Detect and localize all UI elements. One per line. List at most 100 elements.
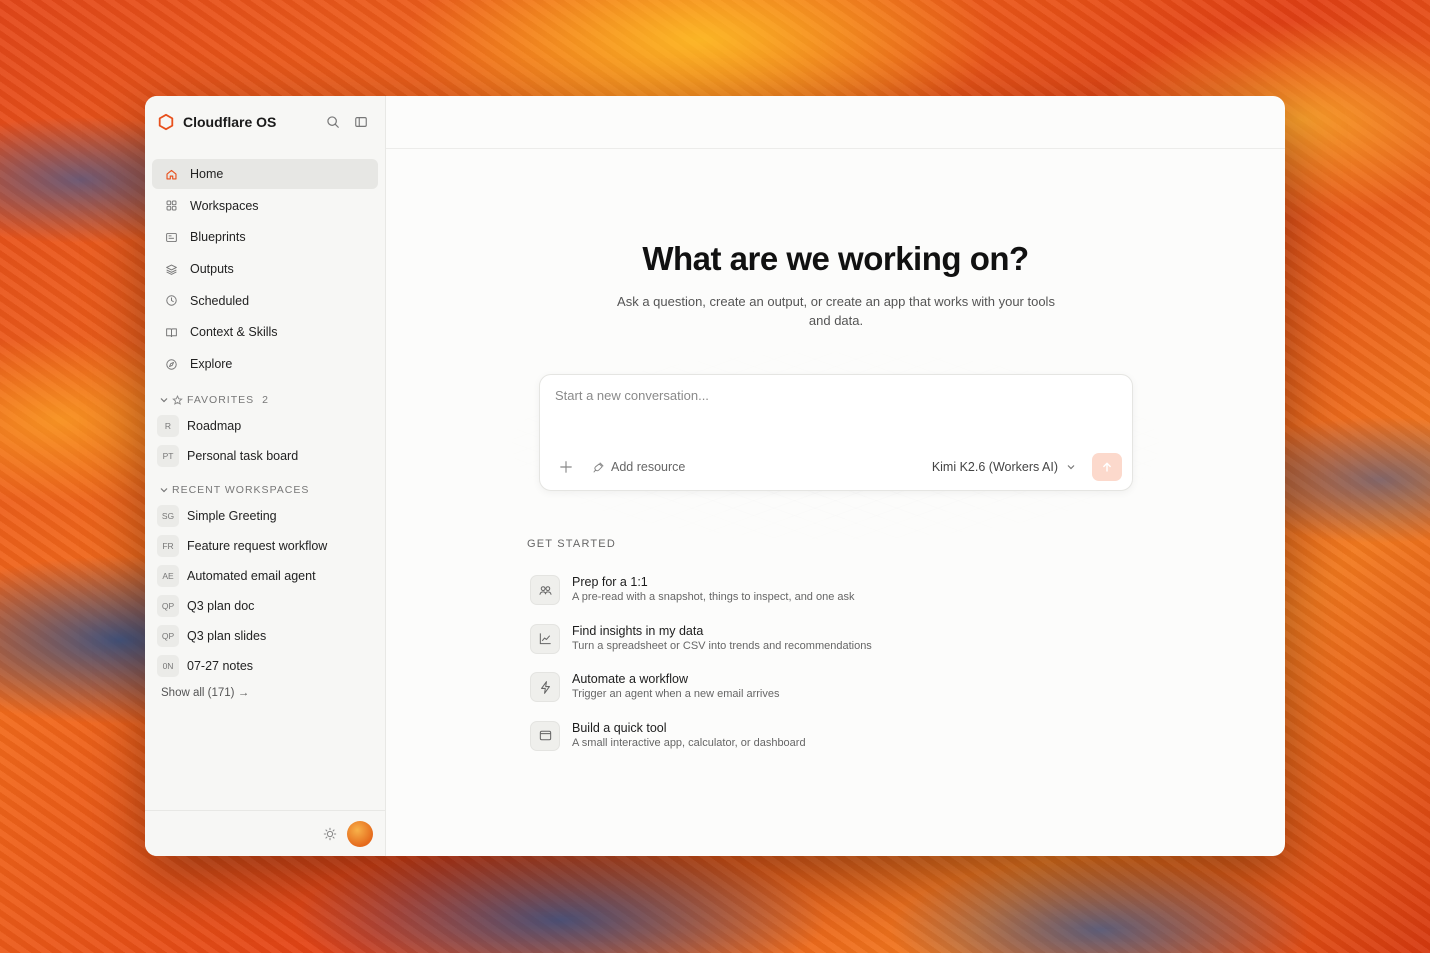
nav-item-outputs[interactable]: Outputs: [152, 254, 378, 284]
add-resource-button[interactable]: Add resource: [592, 460, 685, 474]
list-item-label: Q3 plan slides: [187, 629, 267, 644]
main-content: What are we working on? Ask a question, …: [386, 96, 1285, 856]
nav-label: Home: [190, 167, 224, 181]
nav-item-explore[interactable]: Explore: [152, 349, 378, 379]
star-icon: [172, 394, 183, 405]
home-icon: [165, 169, 177, 180]
user-avatar[interactable]: [347, 820, 373, 847]
get-started-desc: Turn a spreadsheet or CSV into trends an…: [572, 639, 872, 652]
workspace-badge: AE: [157, 565, 179, 588]
favorites-count: 2: [262, 394, 268, 407]
model-label: Kimi K2.6 (Workers AI): [931, 460, 1058, 474]
sidebar-toggle-icon: [355, 117, 367, 127]
list-item[interactable]: 0N 07-27 notes: [157, 651, 373, 681]
composer-toolbar: Add resource Kimi K2.6 (Workers AI): [552, 453, 1122, 481]
plus-icon: [560, 461, 572, 473]
list-item-label: 07-27 notes: [187, 659, 254, 674]
list-item-label: Q3 plan doc: [187, 599, 255, 614]
favorites-label: FAVORITES: [187, 394, 255, 407]
plug-icon: [593, 462, 604, 472]
list-item[interactable]: AE Automated email agent: [157, 561, 373, 591]
get-started-item-prep[interactable]: Prep for a 1:1 A pre-read with a snapsho…: [530, 566, 950, 615]
favorites-header[interactable]: FAVORITES 2: [145, 389, 385, 411]
workspace-badge: QP: [157, 595, 179, 618]
list-item-label: Personal task board: [187, 449, 299, 464]
main-nav: Home Workspaces Blueprints Outputs Sched…: [145, 148, 385, 379]
nav-item-scheduled[interactable]: Scheduled: [152, 286, 378, 316]
page-title: What are we working on?: [642, 240, 1029, 277]
get-started-title: Prep for a 1:1: [572, 575, 648, 590]
workspace-badge: QP: [157, 625, 179, 648]
chart-icon: [539, 633, 551, 645]
get-started-desc: A pre-read with a snapshot, things to in…: [572, 591, 855, 604]
theme-toggle-button[interactable]: [323, 827, 337, 841]
get-started-title: Automate a workflow: [572, 672, 689, 687]
recent-workspaces-header[interactable]: RECENT WORKSPACES: [145, 479, 385, 501]
get-started-item-tool[interactable]: Build a quick tool A small interactive a…: [530, 712, 950, 761]
nav-item-home[interactable]: Home: [152, 159, 378, 189]
list-item[interactable]: SG Simple Greeting: [157, 501, 373, 531]
list-item[interactable]: QP Q3 plan slides: [157, 621, 373, 651]
chevron-down-icon: [1067, 465, 1075, 470]
get-started-heading: GET STARTED: [527, 538, 616, 550]
sun-icon: [323, 827, 337, 840]
conversation-input[interactable]: [540, 375, 1132, 447]
app-title: Cloudflare OS: [183, 114, 277, 130]
send-button[interactable]: [1092, 453, 1122, 481]
model-selector[interactable]: Kimi K2.6 (Workers AI): [932, 460, 1076, 474]
window-icon: [539, 731, 551, 741]
nav-label: Blueprints: [190, 230, 246, 245]
workspace-badge: FR: [157, 535, 179, 558]
show-all-link[interactable]: Show all (171) →: [145, 681, 265, 705]
cloudflare-logo-icon: [158, 113, 174, 131]
get-started-item-insights[interactable]: Find insights in my data Turn a spreadsh…: [530, 615, 950, 664]
grid-icon: [166, 200, 176, 211]
people-icon: [538, 585, 552, 595]
list-item[interactable]: PT Personal task board: [157, 441, 373, 471]
list-item[interactable]: FR Feature request workflow: [157, 531, 373, 561]
get-started-title: Build a quick tool: [572, 720, 667, 735]
chevron-down-icon: [160, 488, 168, 493]
nav-label: Explore: [190, 357, 233, 372]
workspace-badge: R: [157, 415, 179, 438]
nav-item-blueprints[interactable]: Blueprints: [152, 222, 378, 252]
list-item[interactable]: R Roadmap: [157, 411, 373, 441]
compass-icon: [165, 358, 177, 370]
get-started-item-automate[interactable]: Automate a workflow Trigger an agent whe…: [530, 663, 950, 712]
list-item-label: Automated email agent: [187, 569, 316, 584]
nav-item-context-skills[interactable]: Context & Skills: [152, 317, 378, 347]
toggle-sidebar-button[interactable]: [349, 110, 373, 134]
top-bar: [386, 96, 1285, 149]
arrow-up-icon: [1103, 462, 1111, 472]
sidebar: Cloudflare OS Home Workspaces Blueprints: [145, 96, 386, 856]
list-item[interactable]: QP Q3 plan doc: [157, 591, 373, 621]
get-started-title: Find insights in my data: [572, 623, 704, 638]
app-window: Cloudflare OS Home Workspaces Blueprints: [145, 96, 1285, 856]
list-item-label: Simple Greeting: [187, 509, 277, 524]
composer: Add resource Kimi K2.6 (Workers AI): [539, 374, 1133, 491]
workspace-badge: 0N: [157, 655, 179, 678]
blueprint-icon: [165, 232, 177, 242]
get-started-list: Prep for a 1:1 A pre-read with a snapsho…: [530, 566, 950, 760]
workspace-badge: PT: [157, 445, 179, 468]
get-started-desc: Trigger an agent when a new email arrive…: [572, 688, 780, 701]
nav-label: Outputs: [190, 262, 234, 277]
clock-icon: [165, 295, 177, 306]
search-icon: [327, 116, 339, 128]
recent-list: SG Simple Greeting FR Feature request wo…: [145, 501, 385, 681]
nav-label: Scheduled: [190, 293, 250, 308]
workspace-badge: SG: [157, 505, 179, 528]
nav-item-workspaces[interactable]: Workspaces: [152, 191, 378, 221]
recent-label: RECENT WORKSPACES: [172, 484, 310, 497]
nav-label: Workspaces: [190, 198, 259, 213]
brand-header: Cloudflare OS: [145, 96, 385, 148]
layers-icon: [165, 264, 177, 275]
search-button[interactable]: [321, 110, 345, 134]
get-started-desc: A small interactive app, calculator, or …: [572, 736, 806, 749]
attach-button[interactable]: [552, 453, 580, 481]
nav-label: Context & Skills: [190, 325, 278, 340]
favorites-list: R Roadmap PT Personal task board: [145, 411, 385, 471]
chevron-down-icon: [160, 398, 168, 403]
sidebar-footer: [145, 810, 385, 856]
page-subtitle: Ask a question, create an output, or cre…: [617, 294, 1055, 328]
